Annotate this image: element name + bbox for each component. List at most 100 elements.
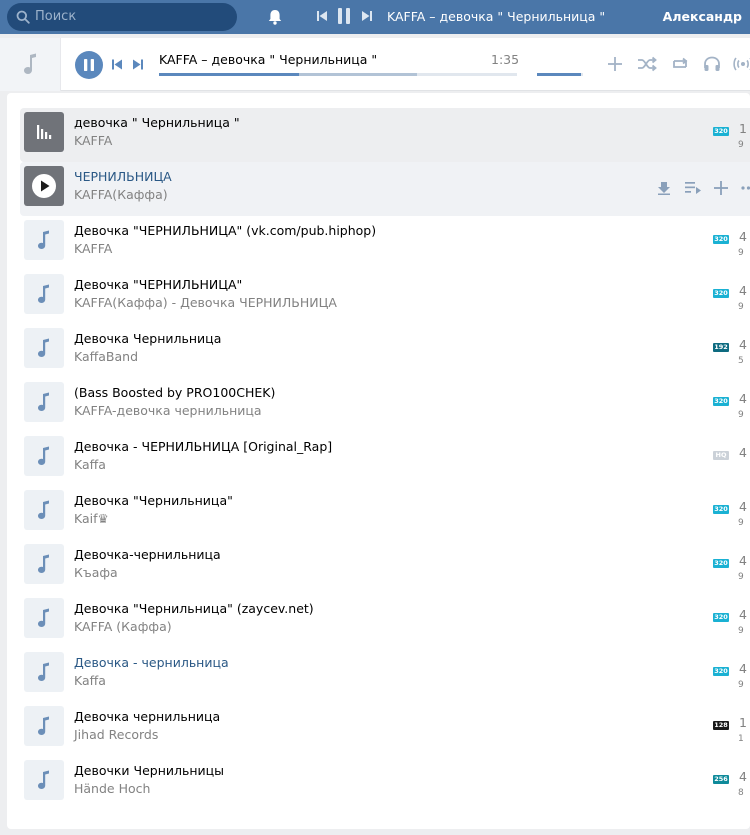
track-title[interactable]: Девочка - чернильница xyxy=(74,655,229,670)
track-title[interactable]: Девочка "ЧЕРНИЛЬНИЦА" (vk.com/pub.hiphop… xyxy=(74,223,376,238)
track-artist[interactable]: KAFFA(Каффа) xyxy=(74,187,168,202)
track-row[interactable]: Девочка - ЧЕРНИЛЬНИЦА [Original_Rap] Kaff… xyxy=(20,432,750,486)
broadcast-icon[interactable] xyxy=(733,56,750,72)
header-prev-icon[interactable] xyxy=(317,10,327,22)
header-pause-icon[interactable] xyxy=(338,8,350,24)
music-note-icon xyxy=(38,662,49,681)
track-play-button[interactable] xyxy=(24,436,64,476)
track-artist[interactable]: KAFFA (Каффа) xyxy=(74,619,172,634)
music-note-icon xyxy=(24,53,36,74)
track-play-button[interactable] xyxy=(24,706,64,746)
track-artist[interactable]: Hände Hoch xyxy=(74,781,150,796)
progress-bar[interactable] xyxy=(159,73,517,76)
add-to-playlist-icon[interactable] xyxy=(685,181,701,195)
track-play-button[interactable] xyxy=(24,652,64,692)
track-artist[interactable]: KAFFA(Каффа) - Девочка ЧЕРНИЛЬНИЦА xyxy=(74,295,337,310)
download-icon[interactable] xyxy=(658,181,670,195)
add-track-icon[interactable] xyxy=(714,181,728,195)
music-note-icon xyxy=(38,716,49,735)
track-title[interactable]: Девочка "ЧЕРНИЛЬНИЦА" xyxy=(74,277,242,292)
track-title[interactable]: (Bass Boosted by PRO100CHEK) xyxy=(74,385,275,400)
track-play-button[interactable] xyxy=(24,382,64,422)
track-duration: 4 xyxy=(739,391,747,406)
music-note-icon xyxy=(38,284,49,303)
track-artist[interactable]: Kaffa xyxy=(74,673,106,688)
track-title[interactable]: Девочки Чернильницы xyxy=(74,763,224,778)
pause-button[interactable] xyxy=(75,51,103,79)
volume-slider[interactable] xyxy=(537,73,583,76)
track-row[interactable]: Девочка "Чернильница" Kaif♛ 320 4 9 xyxy=(20,486,750,540)
track-play-button[interactable] xyxy=(24,328,64,368)
shuffle-icon[interactable] xyxy=(637,56,657,72)
track-title[interactable]: Девочка - ЧЕРНИЛЬНИЦА [Original_Rap] xyxy=(74,439,332,454)
previous-track-icon[interactable] xyxy=(112,59,122,70)
pause-icon xyxy=(84,59,94,71)
bitrate-badge: 256 xyxy=(713,775,729,784)
track-title[interactable]: Девочка "Чернильница" xyxy=(74,493,233,508)
player-track-title: KAFFA – девочка " Чернильница " xyxy=(159,52,378,67)
track-artist[interactable]: KAFFA-девочка чернильница xyxy=(74,403,262,418)
track-duration: 4 xyxy=(739,769,747,784)
track-play-button[interactable] xyxy=(24,598,64,638)
track-row[interactable]: (Bass Boosted by PRO100CHEK) KAFFA-девочк… xyxy=(20,378,750,432)
track-artist[interactable]: KAFFA xyxy=(74,133,112,148)
track-title[interactable]: Девочка Чернильница xyxy=(74,331,221,346)
more-icon[interactable] xyxy=(739,181,750,195)
track-size: 8 xyxy=(738,788,744,798)
track-row[interactable]: Девочка чернильница Jihad Records 128 1 1 xyxy=(20,702,750,756)
track-play-button[interactable] xyxy=(24,166,64,206)
track-row[interactable]: Девочка Чернильница KaffaBand 192 4 5 xyxy=(20,324,750,378)
track-title[interactable]: Девочка чернильница xyxy=(74,709,220,724)
track-title[interactable]: Девочка-чернильница xyxy=(74,547,221,562)
track-artist[interactable]: Kaffa xyxy=(74,457,106,472)
track-row[interactable]: Девочка "Чернильница" (zaycev.net) KAFFA … xyxy=(20,594,750,648)
track-row[interactable]: девочка " Чернильница " KAFFA 320 1 9 xyxy=(20,108,750,162)
track-artist[interactable]: Jihad Records xyxy=(74,727,158,742)
music-note-icon xyxy=(38,608,49,627)
user-name[interactable]: Александр xyxy=(663,9,742,24)
repeat-icon[interactable] xyxy=(670,56,690,72)
player-time[interactable]: 1:35 xyxy=(491,52,519,67)
track-play-button[interactable] xyxy=(24,112,64,152)
bitrate-badge: 128 xyxy=(713,721,729,730)
search-box[interactable]: Поиск xyxy=(7,3,237,31)
notifications-bell-icon[interactable] xyxy=(266,8,284,26)
next-track-icon[interactable] xyxy=(133,59,143,70)
bitrate-badge: 192 xyxy=(713,343,729,352)
track-row[interactable]: Девочка-чернильница Къафа 320 4 9 xyxy=(20,540,750,594)
music-note-icon xyxy=(38,230,49,249)
track-artist[interactable]: KAFFA xyxy=(74,241,112,256)
track-duration: 1 xyxy=(739,715,747,730)
track-row[interactable]: Девочки Чернильницы Hände Hoch 256 4 8 xyxy=(20,756,750,810)
track-row[interactable]: Девочка "ЧЕРНИЛЬНИЦА" (vk.com/pub.hiphop… xyxy=(20,216,750,270)
track-duration: 4 xyxy=(739,445,747,460)
track-size: 9 xyxy=(738,410,744,420)
track-row[interactable]: Девочка "ЧЕРНИЛЬНИЦА" KAFFA(Каффа) - Дево… xyxy=(20,270,750,324)
add-icon[interactable] xyxy=(607,56,623,72)
track-duration: 4 xyxy=(739,661,747,676)
track-play-button[interactable] xyxy=(24,544,64,584)
track-artist[interactable]: KaffaBand xyxy=(74,349,138,364)
track-title[interactable]: Девочка "Чернильница" (zaycev.net) xyxy=(74,601,314,616)
track-title[interactable]: ЧЕРНИЛЬНИЦА xyxy=(74,169,172,184)
music-note-icon xyxy=(38,554,49,573)
track-play-button[interactable] xyxy=(24,274,64,314)
player-cover xyxy=(0,38,61,91)
track-artist[interactable]: Къафа xyxy=(74,565,118,580)
track-size: 9 xyxy=(738,302,744,312)
track-artist[interactable]: Kaif♛ xyxy=(74,511,109,526)
header-now-playing[interactable]: KAFFA – девочка " Чернильница " xyxy=(387,9,605,24)
headphones-icon[interactable] xyxy=(703,56,721,72)
track-duration: 4 xyxy=(739,607,747,622)
bitrate-badge: 320 xyxy=(713,397,729,406)
progress-played xyxy=(159,73,299,76)
track-row[interactable]: Девочка - чернильница Kaffa 320 4 9 xyxy=(20,648,750,702)
header-next-icon[interactable] xyxy=(362,10,372,22)
track-play-button[interactable] xyxy=(24,220,64,260)
track-title[interactable]: девочка " Чернильница " xyxy=(74,115,240,130)
track-play-button[interactable] xyxy=(24,490,64,530)
track-duration: 4 xyxy=(739,553,747,568)
track-play-button[interactable] xyxy=(24,760,64,800)
track-row[interactable]: ЧЕРНИЛЬНИЦА KAFFA(Каффа) xyxy=(20,162,750,216)
bitrate-badge: HQ xyxy=(713,451,729,460)
